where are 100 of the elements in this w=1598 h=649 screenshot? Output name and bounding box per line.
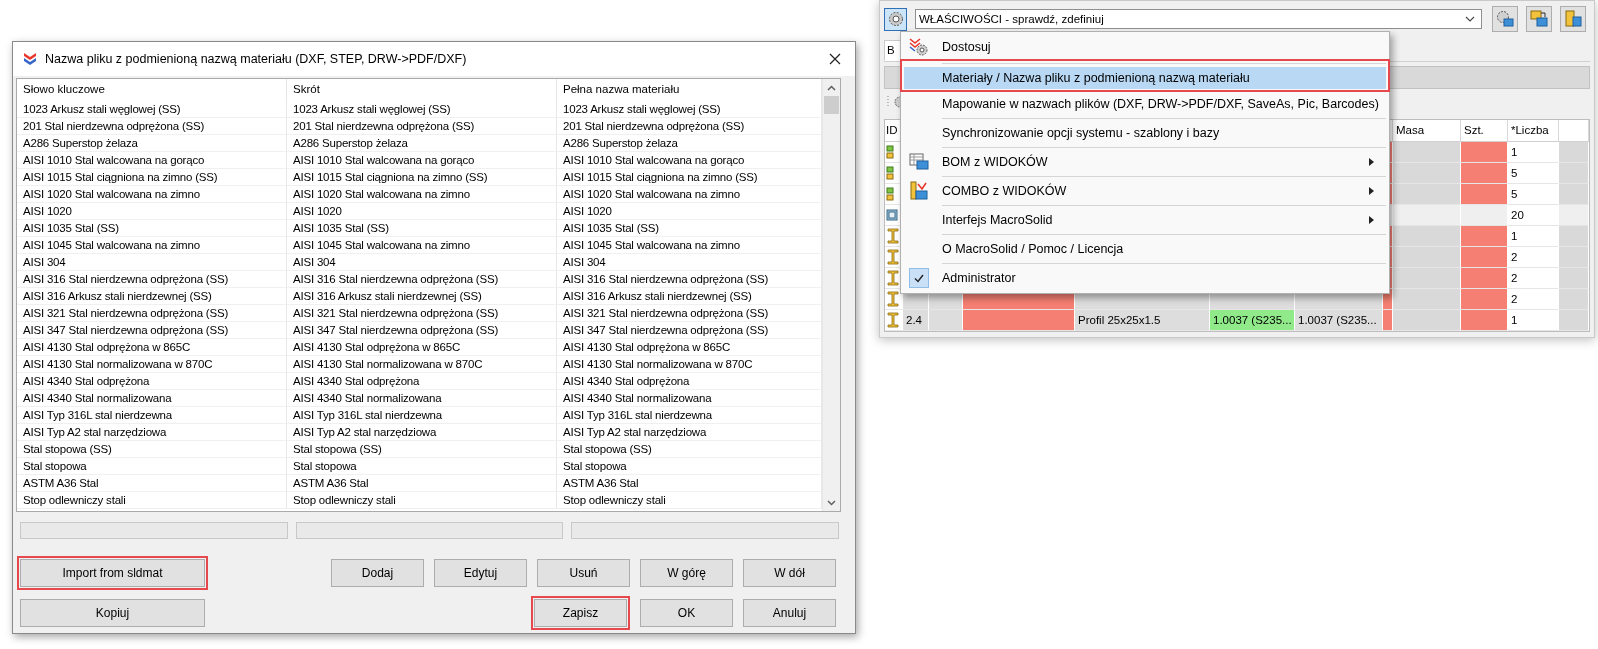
document-monitor-icon [1563,9,1583,29]
menu-item[interactable]: Materiały / Nazwa pliku z podmienioną nazwą materiału [903,61,1387,90]
table-cell: AISI 316 Stal nierdzewna odprężona (SS) [557,271,822,288]
button[interactable]: Dodaj [331,559,424,587]
app-logo-icon [23,52,37,66]
table-cell: AISI Typ A2 stal narzędziowa [287,424,557,441]
table-cell [1393,268,1461,289]
table-cell [1461,310,1508,331]
table-cell: AISI 1035 Stal (SS) [17,220,287,237]
table-cell: AISI 304 [287,254,557,271]
button[interactable]: OK [640,599,733,627]
menu-item[interactable]: O MacroSolid / Pomoc / Licencja [903,232,1387,261]
table-cell: AISI 4130 Stal normalizowana w 870C [17,356,287,373]
table-cell: A286 Superstop żelaza [287,135,557,152]
table-cell: Stop odlewniczy stali [287,492,557,509]
menu-item[interactable]: Dostosuj [903,35,1387,59]
table-cell [1393,184,1461,205]
toolbar-button[interactable] [1492,6,1518,32]
table-cell: Stal stopowa [557,458,822,475]
table-cell: AISI 1015 Stal ciągniona na zimno (SS) [557,169,822,186]
button[interactable]: Import from sldmat [20,559,205,587]
dropdown-value: WŁAŚCIWOŚCI - sprawdź, zdefiniuj [919,13,1104,25]
table-cell: 1023 Arkusz stali węglowej (SS) [287,101,557,118]
toolbar-button[interactable] [1560,6,1586,32]
table-cell: AISI 316 Arkusz stali nierdzewnej (SS) [557,288,822,305]
button[interactable]: Zapisz [534,599,627,627]
submenu-arrow-icon [1369,158,1374,166]
button[interactable]: Kopiuj [20,599,205,627]
table-cell: ASTM A36 Stal [17,475,287,492]
table-cell: AISI 1015 Stal ciągniona na zimno (SS) [17,169,287,186]
table-cell: AISI 304 [557,254,822,271]
menu-item[interactable]: Administrator [903,261,1387,290]
beam-icon [886,270,900,286]
table-cell: AISI 1015 Stal ciągniona na zimno (SS) [287,169,557,186]
table-cell [1393,310,1461,331]
settings-button[interactable] [884,7,907,31]
table-cell: 201 Stal nierdzewna odprężona (SS) [557,118,822,135]
toolbar-button[interactable] [1526,6,1552,32]
table-cell: AISI 347 Stal nierdzewna odprężona (SS) [17,322,287,339]
button[interactable]: Anuluj [743,599,836,627]
table-cell: AISI 1045 Stal walcowana na zimno [287,237,557,254]
menu-item[interactable]: Mapowanie w nazwach plików (DXF, DRW->PDF/DXF, SaveAs, Pic, Barcodes) [903,92,1387,116]
scroll-up-icon[interactable] [827,84,836,91]
table-cell [1461,289,1508,310]
table-cell [929,310,963,331]
table-cell [1559,184,1589,205]
column-header: Szt. [1461,120,1508,142]
table-cell [1461,226,1508,247]
table-cell [1393,226,1461,247]
table-cell: AISI Typ 316L stal nierdzewna [287,407,557,424]
table-cell: AISI 4340 Stal normalizowana [17,390,287,407]
table-cell: AISI 321 Stal nierdzewna odprężona (SS) [557,305,822,322]
table-cell: Profil 25x25x1.5 [1075,310,1210,331]
table-cell [1559,205,1589,226]
beam-icon [886,312,900,328]
button[interactable]: Edytuj [434,559,527,587]
table-cell: 201 Stal nierdzewna odprężona (SS) [287,118,557,135]
button[interactable]: W górę [640,559,733,587]
window-title: Nazwa pliku z podmienioną nazwą materiału (DXF, STEP, DRW->PDF/DXF) [45,52,468,66]
beam-icon [886,249,900,265]
table-cell: 1.0037 (S235... [1295,310,1383,331]
table-cell: AISI 1020 [17,203,287,220]
table-cell: AISI 4130 Stal odprężona w 865C [557,339,822,356]
menu-item[interactable]: BOM z WIDOKÓW [903,145,1387,174]
table-cell: ASTM A36 Stal [287,475,557,492]
table-cell: AISI Typ A2 stal narzędziowa [557,424,822,441]
table-cell: AISI 1020 Stal walcowana na zimno [17,186,287,203]
column-header: Słowo kluczowe [17,79,287,101]
table-cell: AISI 1020 Stal walcowana na zimno [557,186,822,203]
table-cell: AISI 347 Stal nierdzewna odprężona (SS) [287,322,557,339]
menu-item[interactable]: COMBO z WIDOKÓW [903,174,1387,203]
table-cell [1461,163,1508,184]
table-cell: AISI 1010 Stal walcowana na gorąco [17,152,287,169]
scrollbar[interactable] [822,79,840,511]
table-cell [1461,247,1508,268]
beam-icon [886,291,900,307]
table-cell [1461,205,1508,226]
table-cell [1559,163,1589,184]
caret-icon [1465,16,1475,22]
table-cell: AISI 347 Stal nierdzewna odprężona (SS) [557,322,822,339]
button[interactable]: W dół [743,559,836,587]
menu-item[interactable]: Interfejs MacroSolid [903,203,1387,232]
table-cell: Stop odlewniczy stali [557,492,822,509]
table-cell: AISI 4130 Stal odprężona w 865C [287,339,557,356]
table-cell: ASTM A36 Stal [557,475,822,492]
table-cell [1461,184,1508,205]
scrollbar-thumb[interactable] [824,96,839,114]
beam-monitor-icon [909,181,929,201]
close-icon [829,53,841,65]
table-cell [1393,142,1461,163]
table-cell [1559,226,1589,247]
table-cell: Stal stopowa (SS) [287,441,557,458]
table-cell: AISI 1020 [557,203,822,220]
table-cell: A286 Superstop żelaza [557,135,822,152]
table-cell: AISI Typ 316L stal nierdzewna [557,407,822,424]
dropdown-field[interactable]: WŁAŚCIWOŚCI - sprawdź, zdefiniuj [915,9,1482,29]
button[interactable]: Usuń [537,559,630,587]
table-cell [1383,310,1393,331]
table-cell [1393,289,1461,310]
scroll-down-icon[interactable] [827,499,836,506]
